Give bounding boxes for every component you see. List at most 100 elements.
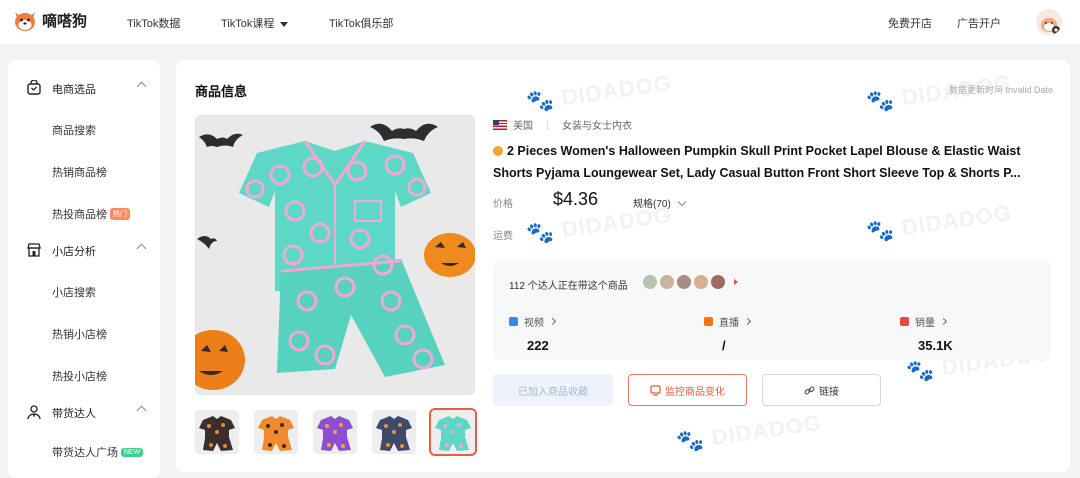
shopping-bag-icon xyxy=(27,80,41,95)
chevron-right-icon xyxy=(939,317,948,326)
pajama-thumbnail-icon xyxy=(431,410,475,454)
thumbnail-black[interactable] xyxy=(195,410,239,454)
pajama-thumbnail-icon xyxy=(254,410,298,454)
nav-tiktok-club[interactable]: TikTok俱乐部 xyxy=(329,15,393,31)
monitor-button[interactable]: 监控商品变化 xyxy=(628,374,747,406)
thumbnail-mint-selected[interactable] xyxy=(429,408,477,456)
top-bar: 嘀嗒狗 TikTok数据 TikTok课程 TikTok俱乐部 免费开店 广告开… xyxy=(0,0,1080,44)
nav-tiktok-course[interactable]: TikTok课程 xyxy=(221,15,289,31)
product-main-image[interactable] xyxy=(195,115,475,395)
logo-text: 嘀嗒狗 xyxy=(42,12,88,30)
caret-down-icon xyxy=(280,21,289,27)
sidebar: 电商选品 商品搜索 热销商品榜 热投商品榜 热门 小店分析 小店搜索 热销小店榜 … xyxy=(8,60,160,478)
sidebar-group-creators[interactable]: 带货达人 xyxy=(8,398,160,426)
sidebar-group-label: 小店分析 xyxy=(52,246,96,258)
stat-label: 销量 xyxy=(915,318,935,329)
thumbnail-purple[interactable] xyxy=(313,410,357,454)
ad-account-link[interactable]: 广告开户 xyxy=(957,15,1001,31)
store-icon xyxy=(27,243,41,257)
sidebar-item-hot-shops[interactable]: 热销小店榜 xyxy=(52,326,107,342)
divider xyxy=(547,119,548,130)
new-tag: NEW xyxy=(121,448,144,457)
sidebar-item-label: 热投商品榜 xyxy=(52,209,107,221)
monitor-icon xyxy=(650,384,661,396)
monitor-button-label: 监控商品变化 xyxy=(665,386,725,398)
chevron-right-icon xyxy=(743,317,752,326)
price-label: 价格 xyxy=(493,199,513,210)
link-button-label: 链接 xyxy=(819,386,839,398)
favorite-button[interactable]: 已加入商品收藏 xyxy=(493,374,613,406)
thumbnail-navy[interactable] xyxy=(372,410,416,454)
stat-live[interactable]: 直播 / xyxy=(704,314,752,353)
influencer-avatar xyxy=(711,275,725,289)
stats-panel: 112 个达人正在带这个商品 视频 222 直播 / 销量 35.1K xyxy=(493,260,1051,360)
shipping-label: 运费 xyxy=(493,231,513,242)
logo[interactable]: 嘀嗒狗 xyxy=(12,8,87,32)
coin-icon xyxy=(493,146,503,156)
sidebar-group-label: 带货达人 xyxy=(52,408,96,420)
influencer-avatar xyxy=(677,275,691,289)
product-meta: 美国 女装与女士内衣 xyxy=(493,117,632,132)
stat-value: 35.1K xyxy=(918,338,953,353)
stat-videos[interactable]: 视频 222 xyxy=(509,314,557,353)
chevron-up-icon xyxy=(136,243,147,254)
influencer-count: 112 个达人正在带这个商品 xyxy=(509,281,628,292)
product-title: 2 Pieces Women's Halloween Pumpkin Skull… xyxy=(493,144,1021,180)
sales-icon xyxy=(900,317,909,326)
nav-tiktok-data[interactable]: TikTok数据 xyxy=(127,15,180,31)
pajama-thumbnail-icon xyxy=(372,410,416,454)
country-label: 美国 xyxy=(513,121,533,132)
stat-value: / xyxy=(722,338,726,353)
sidebar-group-ecommerce[interactable]: 电商选品 xyxy=(8,74,160,102)
product-info-card: 🐾 DIDADOG 🐾 DIDADOG 🐾 DIDADOG 🐾 DIDADOG … xyxy=(176,60,1070,472)
sidebar-item-product-search[interactable]: 商品搜索 xyxy=(52,122,96,138)
arrow-right-icon[interactable] xyxy=(734,279,738,285)
watermark: 🐾 DIDADOG xyxy=(864,199,1014,246)
chevron-up-icon xyxy=(136,81,147,92)
price-value: $4.36 xyxy=(553,189,599,209)
link-button[interactable]: 链接 xyxy=(762,374,881,406)
category-label: 女装与女士内衣 xyxy=(562,121,632,132)
user-avatar[interactable] xyxy=(1036,9,1062,35)
live-icon xyxy=(704,317,713,326)
nav-tiktok-course-label: TikTok课程 xyxy=(221,18,275,30)
influencer-avatar xyxy=(694,275,708,289)
pajama-thumbnail-icon xyxy=(313,410,357,454)
spec-dropdown[interactable]: 规格(70) xyxy=(633,195,687,210)
dog-logo-icon xyxy=(12,8,38,32)
stat-sales[interactable]: 销量 35.1K xyxy=(900,314,953,353)
stat-value: 222 xyxy=(527,338,549,353)
creator-icon xyxy=(27,405,41,420)
watermark: 🐾 DIDADOG xyxy=(674,409,824,456)
influencer-avatar xyxy=(660,275,674,289)
influencer-avatars[interactable] xyxy=(643,275,725,289)
sidebar-group-shop[interactable]: 小店分析 xyxy=(8,236,160,264)
product-title-block[interactable]: 2 Pieces Women's Halloween Pumpkin Skull… xyxy=(493,140,1038,184)
free-store-link[interactable]: 免费开店 xyxy=(888,15,932,31)
sidebar-item-label: 带货达人广场 xyxy=(52,447,118,459)
influencer-avatar xyxy=(643,275,657,289)
sidebar-item-hot-products[interactable]: 热销商品榜 xyxy=(52,164,107,180)
sidebar-item-hot-ad-shops[interactable]: 热投小店榜 xyxy=(52,368,107,384)
sidebar-item-creator-square[interactable]: 带货达人广场 NEW xyxy=(52,444,144,460)
stat-label: 视频 xyxy=(524,318,544,329)
hot-tag: 热门 xyxy=(110,208,130,220)
us-flag-icon xyxy=(493,119,507,130)
sidebar-item-hot-ad-products[interactable]: 热投商品榜 热门 xyxy=(52,206,130,222)
video-icon xyxy=(509,317,518,326)
spec-label: 规格(70) xyxy=(633,199,671,210)
thumbnail-orange[interactable] xyxy=(254,410,298,454)
chevron-right-icon xyxy=(548,317,557,326)
chevron-down-icon xyxy=(677,197,687,207)
watermark: 🐾 DIDADOG xyxy=(524,69,674,116)
chevron-up-icon xyxy=(136,405,147,416)
pajama-thumbnail-icon xyxy=(195,410,239,454)
section-title: 商品信息 xyxy=(195,84,248,99)
pajama-illustration xyxy=(195,115,475,395)
sidebar-group-label: 电商选品 xyxy=(52,84,96,96)
update-time: 数据更新时间 Invalid Date xyxy=(948,85,1053,95)
stat-label: 直播 xyxy=(719,318,739,329)
avatar-dog-icon xyxy=(1041,18,1060,34)
sidebar-item-shop-search[interactable]: 小店搜索 xyxy=(52,284,96,300)
link-icon xyxy=(804,385,815,395)
